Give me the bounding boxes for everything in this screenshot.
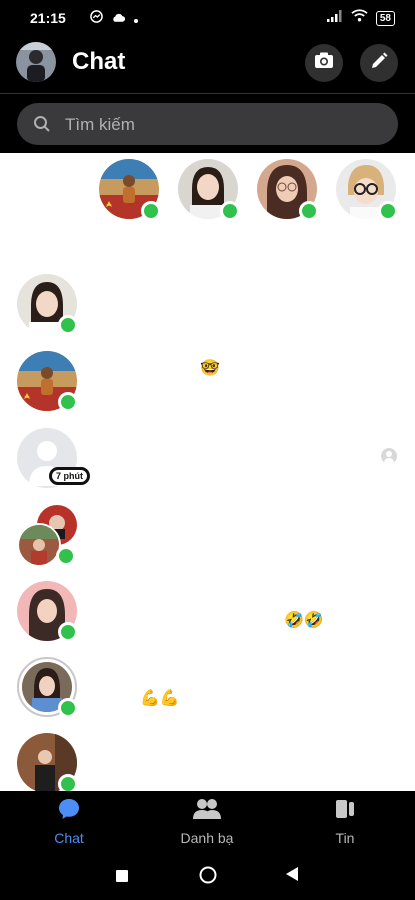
- chat-avatar: [17, 657, 78, 718]
- last-active-badge: 7 phút: [49, 467, 90, 485]
- people-icon: [193, 799, 221, 825]
- signal-icon: [326, 9, 343, 27]
- system-nav-bar: [0, 855, 415, 900]
- chat-avatar: [17, 733, 78, 791]
- online-indicator: [141, 201, 161, 221]
- tab-chat[interactable]: Chat: [9, 797, 129, 853]
- last-message-emoji: 🤣🤣: [284, 612, 324, 629]
- online-indicator: [58, 392, 78, 412]
- search-bar[interactable]: [17, 103, 398, 147]
- wifi-icon: [351, 9, 368, 27]
- online-indicator: [58, 774, 78, 791]
- group-avatar: [17, 505, 77, 567]
- story-4[interactable]: [336, 159, 398, 221]
- home-icon[interactable]: [199, 866, 217, 889]
- chat-content: 🤓 😂😂 7 phút 🤣🤣 💪💪: [0, 153, 415, 791]
- story-2[interactable]: [178, 159, 240, 221]
- last-message-emoji: 💪💪: [140, 690, 180, 707]
- chat-avatar: [17, 274, 78, 335]
- last-message-emoji: 🤓: [200, 360, 220, 377]
- last-message-emoji: 😂😂: [126, 459, 164, 476]
- status-time: 21:15: [30, 10, 66, 26]
- messenger-icon: [90, 10, 103, 28]
- seen-avatar-icon: [381, 448, 397, 464]
- chat-row-6[interactable]: 💪💪: [0, 657, 415, 727]
- cloud-icon: [111, 10, 126, 28]
- chat-row-7[interactable]: [0, 733, 415, 791]
- chat-row-1[interactable]: [0, 274, 415, 344]
- search-icon: [33, 115, 51, 138]
- chat-avatar: [17, 581, 78, 642]
- tab-contacts[interactable]: Danh bạ: [147, 797, 267, 853]
- tab-contacts-label: Danh bạ: [180, 830, 234, 846]
- tab-stories-label: Tin: [335, 830, 355, 846]
- search-input[interactable]: [63, 103, 387, 147]
- online-indicator: [58, 698, 78, 718]
- story-1[interactable]: [99, 159, 161, 221]
- chat-row-4[interactable]: [0, 505, 415, 575]
- online-indicator: [299, 201, 319, 221]
- chat-row-3[interactable]: 😂😂: [0, 428, 415, 498]
- online-indicator: [378, 201, 398, 221]
- page-title: Chat: [72, 48, 126, 75]
- online-indicator: [56, 546, 76, 566]
- tab-chat-label: Chat: [54, 830, 84, 846]
- recent-apps-icon[interactable]: [116, 869, 128, 887]
- online-indicator: [220, 201, 240, 221]
- header-divider: [0, 93, 415, 94]
- dot-icon: [134, 10, 138, 28]
- online-indicator: [58, 622, 78, 642]
- chat-row-2[interactable]: 🤓: [0, 351, 415, 421]
- profile-avatar[interactable]: [16, 42, 56, 82]
- compose-button[interactable]: [360, 44, 398, 82]
- online-indicator: [58, 315, 78, 335]
- chat-row-5[interactable]: 🤣🤣: [0, 581, 415, 651]
- battery-indicator: 58: [375, 10, 395, 26]
- pencil-icon: [370, 52, 388, 75]
- back-icon[interactable]: [286, 867, 298, 886]
- camera-icon: [314, 52, 334, 74]
- stories-icon: [333, 800, 357, 825]
- camera-button[interactable]: [305, 44, 343, 82]
- chat-avatar: [17, 351, 78, 412]
- group-avatar-front: [17, 523, 61, 567]
- app-header: Chat: [0, 36, 415, 94]
- story-3[interactable]: [257, 159, 319, 221]
- status-bar: 21:15 58: [0, 0, 415, 36]
- chat-bubble-icon: [57, 799, 81, 825]
- tab-stories[interactable]: Tin: [285, 797, 405, 853]
- bottom-nav: Chat Danh bạ Tin: [0, 791, 415, 855]
